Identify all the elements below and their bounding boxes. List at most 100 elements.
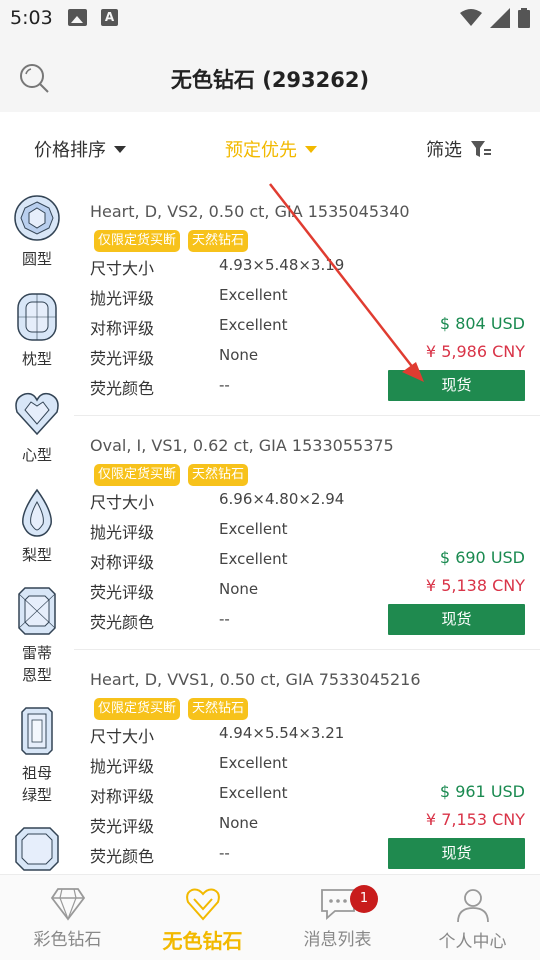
tag-buyout: 仅限定货买断 [94,698,181,720]
spec-fluorescence-value: None [219,346,259,364]
shape-item-cushion[interactable]: 枕型 [0,292,74,370]
spec-size-label: 尺寸大小 [90,259,155,278]
reserve-first-button[interactable]: 预定优先 [225,136,317,162]
battery-icon [518,8,530,28]
spec-fluor-color-label: 荧光颜色 [90,847,155,866]
spec-fluorescence-label: 荧光评级 [90,817,155,836]
tag-buyout: 仅限定货买断 [94,230,181,252]
spec-polish-label: 抛光评级 [90,757,155,776]
a-icon: A [101,9,118,26]
shape-label: 祖母绿型 [21,764,52,804]
filter-icon [471,141,491,157]
heart-diamond-icon [15,392,59,436]
reserve-first-label: 预定优先 [225,140,297,161]
spec-symmetry-label: 对称评级 [90,319,155,338]
tag-buyout: 仅限定货买断 [94,464,181,486]
price-cny: ¥ 7,153 CNY [425,810,525,829]
nav-colorless-diamonds[interactable]: 无色钻石 [135,875,270,960]
price-usd: $ 804 USD [439,314,525,333]
radiant-diamond-icon [18,587,56,635]
spec-fluorescence-label: 荧光评级 [90,349,155,368]
shape-item-emerald[interactable]: 祖母绿型 [0,706,74,806]
cell-signal-icon [490,8,510,28]
spec-fluorescence-value: None [219,580,259,598]
page-title: 无色钻石 (293262) [170,68,370,92]
shape-label: 心型 [21,446,52,464]
spec-size-value: 6.96×4.80×2.94 [219,490,345,508]
spec-size-value: 4.94×5.54×3.21 [219,724,345,742]
shape-item-heart[interactable]: 心型 [0,390,74,466]
wifi-icon [460,9,482,26]
shape-item-pear[interactable]: 梨型 [0,488,74,566]
spec-symmetry-value: Excellent [219,784,288,802]
price-sort-button[interactable]: 价格排序 [34,136,126,162]
spec-symmetry-value: Excellent [219,550,288,568]
tag-natural: 天然钻石 [188,464,249,486]
nav-messages[interactable]: 1 消息列表 [270,875,405,960]
spec-fluorescence-value: None [219,814,259,832]
spec-symmetry-label: 对称评级 [90,553,155,572]
spec-polish-value: Excellent [219,286,288,304]
diamond-outline-icon [50,888,85,921]
spec-size-label: 尺寸大小 [90,493,155,512]
spec-size-value: 4.93×5.48×3.19 [219,256,345,274]
spec-symmetry-value: Excellent [219,316,288,334]
unread-badge: 1 [350,885,378,913]
shape-label: 雷蒂恩型 [21,644,52,684]
spec-size-label: 尺寸大小 [90,727,155,746]
shape-item-radiant[interactable]: 雷蒂恩型 [0,586,74,686]
tag-natural: 天然钻石 [188,230,249,252]
filter-label: 筛选 [426,140,462,161]
nav-label: 消息列表 [303,930,372,950]
in-stock-button[interactable]: 现货 [388,370,525,401]
spec-fluor-color-label: 荧光颜色 [90,379,155,398]
tag-natural: 天然钻石 [188,698,249,720]
nav-label: 彩色钻石 [33,930,102,950]
asscher-diamond-icon [15,827,59,871]
spec-fluor-color-value: -- [219,844,230,862]
in-stock-button[interactable]: 现货 [388,838,525,869]
diamond-heart-icon [185,888,220,921]
nav-label: 无色钻石 [162,929,243,953]
status-time: 5:03 [10,7,53,29]
nav-profile[interactable]: 个人中心 [405,875,540,960]
product-list[interactable]: Heart, D, VS2, 0.50 ct, GIA 1535045340 仅… [74,182,540,874]
spec-fluor-color-value: -- [219,376,230,394]
shape-label: 枕型 [21,350,52,368]
person-icon [456,889,489,923]
filter-button[interactable]: 筛选 [426,136,492,162]
shape-sidebar: 圆型 枕型 心型 梨型 雷蒂恩型 祖母绿型 [0,182,74,874]
price-cny: ¥ 5,138 CNY [425,576,525,595]
status-bar: 5:03 A [0,0,540,38]
price-usd: $ 690 USD [439,548,525,567]
spec-polish-value: Excellent [219,520,288,538]
spec-symmetry-label: 对称评级 [90,787,155,806]
shape-label: 圆型 [21,250,52,268]
chevron-down-icon [114,145,126,153]
product-card[interactable]: Heart, D, VVS1, 0.50 ct, GIA 7533045216 … [74,650,540,874]
sort-bar: 价格排序 预定优先 筛选 [0,112,540,182]
nav-label: 个人中心 [438,932,507,952]
chevron-down-icon [305,145,317,153]
price-sort-label: 价格排序 [34,140,106,161]
product-title: Oval, I, VS1, 0.62 ct, GIA 1533055375 [90,436,394,455]
shape-item-round[interactable]: 圆型 [0,194,74,270]
shape-label: 梨型 [21,546,52,564]
bottom-nav: 彩色钻石 无色钻石 1 消息列表 个人中心 [0,874,540,960]
product-card[interactable]: Heart, D, VS2, 0.50 ct, GIA 1535045340 仅… [74,182,540,416]
spec-fluor-color-value: -- [219,610,230,628]
product-card[interactable]: Oval, I, VS1, 0.62 ct, GIA 1533055375 仅限… [74,416,540,650]
shape-item-asscher[interactable] [0,826,74,872]
in-stock-button[interactable]: 现货 [388,604,525,635]
pear-diamond-icon [22,488,52,537]
cushion-diamond-icon [17,293,57,341]
spec-fluor-color-label: 荧光颜色 [90,613,155,632]
app-header: 无色钻石 (293262) [0,38,540,112]
emerald-diamond-icon [21,707,53,755]
price-cny: ¥ 5,986 CNY [425,342,525,361]
spec-fluorescence-label: 荧光评级 [90,583,155,602]
nav-colored-diamonds[interactable]: 彩色钻石 [0,875,135,960]
spec-polish-value: Excellent [219,754,288,772]
spec-polish-label: 抛光评级 [90,523,155,542]
product-title: Heart, D, VVS1, 0.50 ct, GIA 7533045216 [90,670,421,689]
